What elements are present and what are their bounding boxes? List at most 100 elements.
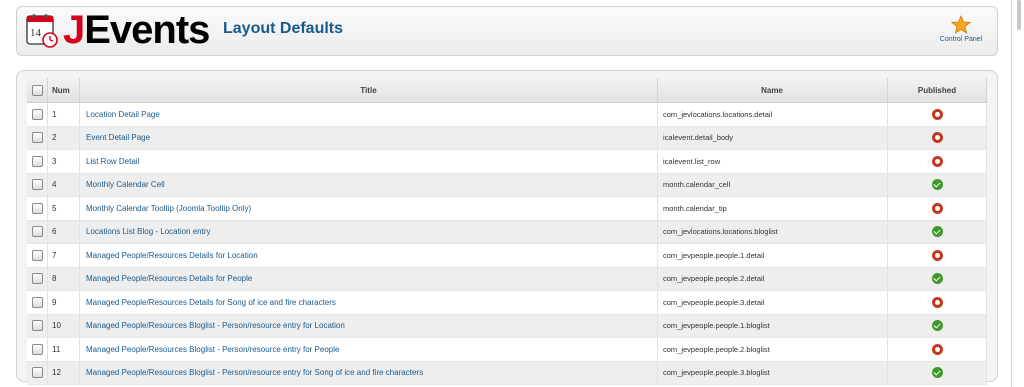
row-published-cell xyxy=(887,196,987,221)
row-title-cell: Managed People/Resources Bloglist - Pers… xyxy=(79,314,658,338)
page-title: Layout Defaults xyxy=(223,20,344,37)
row-num: 9 xyxy=(47,290,80,315)
layout-title-link[interactable]: List Row Detail xyxy=(86,157,139,166)
unpublished-icon[interactable] xyxy=(931,249,943,261)
row-published-cell xyxy=(887,102,987,127)
row-num: 8 xyxy=(47,267,80,291)
row-num: 5 xyxy=(47,196,80,221)
row-checkbox[interactable] xyxy=(31,179,43,191)
row-title-cell: Managed People/Resources Details for Son… xyxy=(79,290,658,315)
row-name: com_jevpeople.people.3.bloglist xyxy=(657,361,888,385)
layouts-table: Num Title Name Published 1 Location Detai… xyxy=(27,78,987,385)
row-num: 3 xyxy=(47,149,80,174)
control-panel-label: Control Panel xyxy=(939,36,983,43)
table-row: 8 Managed People/Resources Details for Pe… xyxy=(27,267,987,291)
select-all-checkbox[interactable] xyxy=(31,84,43,96)
component-header: 14 JEvents Layout Defaults Control Panel xyxy=(16,6,998,56)
row-select-cell xyxy=(27,243,48,268)
row-checkbox[interactable] xyxy=(31,296,43,308)
table-row: 3 List Row Detail icalevent.list_row xyxy=(27,149,987,174)
control-panel-button[interactable]: Control Panel xyxy=(931,15,991,43)
row-checkbox[interactable] xyxy=(31,202,43,214)
row-name: icalevent.detail_body xyxy=(657,126,888,150)
row-checkbox[interactable] xyxy=(31,132,43,144)
row-select-cell xyxy=(27,267,48,291)
layout-title-link[interactable]: Monthly Calendar Tooltip (Joomla Tooltip… xyxy=(86,204,251,213)
row-name: month.calendar_cell xyxy=(657,173,888,197)
table-header-row: Num Title Name Published xyxy=(27,78,987,103)
layout-title-link[interactable]: Managed People/Resources Bloglist - Pers… xyxy=(86,368,423,377)
row-checkbox[interactable] xyxy=(31,249,43,261)
layout-title-link[interactable]: Location Detail Page xyxy=(86,110,160,119)
row-select-cell xyxy=(27,126,48,150)
row-title-cell: List Row Detail xyxy=(79,149,658,174)
layout-title-link[interactable]: Locations List Blog - Location entry xyxy=(86,227,211,236)
row-published-cell xyxy=(887,267,987,291)
published-check-icon[interactable] xyxy=(931,320,943,332)
page-scrollbar[interactable] xyxy=(1011,0,1024,387)
table-row: 1 Location Detail Page com_jevlocations.lo… xyxy=(27,102,987,127)
row-published-cell xyxy=(887,126,987,150)
row-published-cell xyxy=(887,243,987,268)
row-num: 11 xyxy=(47,337,80,362)
column-header-num[interactable]: Num xyxy=(47,78,80,103)
row-name: com_jevpeople.people.1.bloglist xyxy=(657,314,888,338)
layout-title-link[interactable]: Managed People/Resources Details for Son… xyxy=(86,298,336,307)
column-header-name[interactable]: Name xyxy=(657,78,888,103)
published-check-icon[interactable] xyxy=(931,367,943,379)
row-published-cell xyxy=(887,361,987,385)
row-checkbox[interactable] xyxy=(31,155,43,167)
row-num: 1 xyxy=(47,102,80,127)
row-checkbox[interactable] xyxy=(31,226,43,238)
calendar-clock-icon: 14 xyxy=(25,11,61,49)
column-header-title[interactable]: Title xyxy=(79,78,658,103)
layout-title-link[interactable]: Managed People/Resources Details for Peo… xyxy=(86,274,252,283)
row-title-cell: Monthly Calendar Tooltip (Joomla Tooltip… xyxy=(79,196,658,221)
unpublished-icon[interactable] xyxy=(931,108,943,120)
row-name: com_jevpeople.people.3.detail xyxy=(657,290,888,315)
published-check-icon[interactable] xyxy=(931,226,943,238)
row-published-cell xyxy=(887,173,987,197)
table-row: 2 Event Detail Page icalevent.detail_body xyxy=(27,126,987,150)
scrollbar-thumb[interactable] xyxy=(1017,0,1021,30)
row-checkbox[interactable] xyxy=(31,320,43,332)
row-select-cell xyxy=(27,361,48,385)
table-row: 10 Managed People/Resources Bloglist - Pe… xyxy=(27,314,987,338)
row-name: com_jevpeople.people.2.bloglist xyxy=(657,337,888,362)
row-select-cell xyxy=(27,196,48,221)
row-checkbox[interactable] xyxy=(31,367,43,379)
row-title-cell: Locations List Blog - Location entry xyxy=(79,220,658,244)
unpublished-icon[interactable] xyxy=(931,296,943,308)
row-name: icalevent.list_row xyxy=(657,149,888,174)
row-select-cell xyxy=(27,314,48,338)
row-num: 2 xyxy=(47,126,80,150)
unpublished-icon[interactable] xyxy=(931,132,943,144)
layout-title-link[interactable]: Managed People/Resources Bloglist - Pers… xyxy=(86,345,339,354)
unpublished-icon[interactable] xyxy=(931,202,943,214)
unpublished-icon[interactable] xyxy=(931,343,943,355)
layout-title-link[interactable]: Event Detail Page xyxy=(86,133,150,142)
row-num: 10 xyxy=(47,314,80,338)
select-all-header xyxy=(27,78,48,103)
row-published-cell xyxy=(887,220,987,244)
row-num: 7 xyxy=(47,243,80,268)
row-checkbox[interactable] xyxy=(31,273,43,285)
row-published-cell xyxy=(887,290,987,315)
row-name: com_jevpeople.people.1.detail xyxy=(657,243,888,268)
layout-title-link[interactable]: Monthly Calendar Cell xyxy=(86,180,165,189)
row-title-cell: Monthly Calendar Cell xyxy=(79,173,658,197)
jevents-logo-text: JEvents xyxy=(63,8,210,52)
row-name: com_jevlocations.locations.bloglist xyxy=(657,220,888,244)
layout-title-link[interactable]: Managed People/Resources Details for Loc… xyxy=(86,251,258,260)
row-checkbox[interactable] xyxy=(31,108,43,120)
published-check-icon[interactable] xyxy=(931,273,943,285)
row-name: com_jevpeople.people.2.detail xyxy=(657,267,888,291)
layout-title-link[interactable]: Managed People/Resources Bloglist - Pers… xyxy=(86,321,345,330)
column-header-published[interactable]: Published xyxy=(887,78,987,103)
published-check-icon[interactable] xyxy=(931,179,943,191)
unpublished-icon[interactable] xyxy=(931,155,943,167)
table-row: 7 Managed People/Resources Details for Lo… xyxy=(27,243,987,268)
row-checkbox[interactable] xyxy=(31,343,43,355)
row-title-cell: Managed People/Resources Details for Loc… xyxy=(79,243,658,268)
row-select-cell xyxy=(27,337,48,362)
